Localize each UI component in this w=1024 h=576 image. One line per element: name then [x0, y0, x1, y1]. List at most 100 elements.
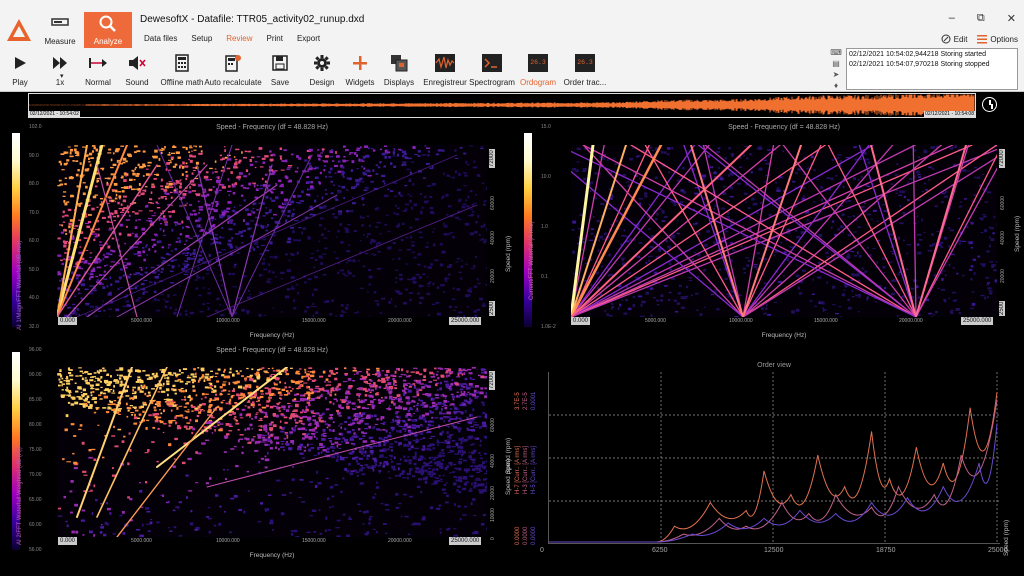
speed-dropdown-icon[interactable]: ▾	[60, 72, 64, 80]
spectrogram-cell	[175, 421, 178, 425]
spectrogram-cell	[676, 179, 680, 182]
spectrogram-cell	[855, 273, 860, 277]
normal-button[interactable]: Normal	[80, 52, 116, 88]
menu-export[interactable]: Export	[297, 34, 320, 43]
spectrogram-cell	[172, 146, 177, 148]
spectrogram-cell	[274, 276, 278, 278]
spectrogram-cell	[428, 314, 430, 317]
overview-timeline[interactable]: 02/12/2021 - 10:54:02 02/12/2021 - 10:54…	[28, 93, 976, 118]
spectrogram-cell	[303, 281, 307, 284]
keyboard-icon[interactable]: ⌨	[829, 48, 843, 59]
widgets-button[interactable]: Widgets	[344, 52, 376, 88]
analyze-mode-button[interactable]: Analyze	[84, 12, 132, 48]
spectrogram-cell	[223, 146, 226, 148]
fast-forward-icon	[53, 57, 67, 69]
edit-button[interactable]: Edit	[941, 34, 967, 44]
spectrogram-button[interactable]: Spectrogram	[469, 52, 515, 88]
spectrogram-cell	[189, 147, 193, 149]
spectrogram-cell	[122, 157, 127, 161]
spectrogram-cell	[182, 196, 186, 199]
menu-data-files[interactable]: Data files	[144, 34, 177, 43]
spectrogram-cell	[485, 187, 487, 190]
spectrogram-cell	[408, 462, 412, 465]
speed-button[interactable]: 1x	[42, 52, 78, 88]
spectrogram-cell	[191, 150, 193, 152]
event-list[interactable]: 02/12/2021 10:54:02,944218 Storing start…	[846, 48, 1018, 90]
spectrogram-cell	[906, 244, 912, 246]
spectrogram-cell	[661, 220, 666, 222]
spectrogram-cell	[467, 368, 472, 371]
spectrogram-cell	[377, 250, 381, 253]
spectrogram-cell	[327, 381, 332, 383]
spectrogram-cell	[215, 393, 217, 396]
spectrogram-cell	[727, 174, 730, 177]
save-label: Save	[270, 78, 290, 87]
spectrogram-cell	[423, 375, 426, 378]
spectrogram-cell	[165, 300, 169, 303]
restore-icon[interactable]: ⧉	[977, 12, 985, 25]
cursor-icon[interactable]: ➤	[829, 70, 843, 81]
spectrogram-cell	[826, 256, 829, 258]
spectrogram-cell	[185, 383, 188, 385]
enregistreur-button[interactable]: Enregistreur	[420, 52, 470, 88]
spectrogram-cell	[432, 447, 435, 450]
spectrogram-cell	[144, 452, 149, 454]
minimize-icon[interactable]: –	[949, 12, 955, 25]
spectrogram-cell	[104, 388, 109, 391]
clock-icon[interactable]	[982, 97, 997, 112]
spectrogram-cell	[387, 188, 390, 190]
spectrogram-cell	[743, 272, 746, 274]
spectrogram-cell	[415, 425, 421, 428]
spectrogram-cell	[328, 440, 332, 442]
spectrogram-cell	[261, 238, 266, 241]
spectrogram-cell	[171, 265, 175, 268]
play-button[interactable]: Play	[2, 52, 38, 88]
auto-recalculate-button[interactable]: Auto recalculate	[204, 52, 262, 88]
spectrogram-cell	[100, 376, 103, 379]
spectrogram-cell	[256, 209, 259, 211]
displays-button[interactable]: Displays	[382, 52, 416, 88]
save-button[interactable]: Save	[264, 52, 296, 88]
microphone-icon[interactable]: ♦	[829, 81, 843, 92]
spectrogram-cell	[83, 237, 88, 239]
menu-review[interactable]: Review	[226, 34, 252, 43]
spectrogram-cell	[916, 243, 920, 246]
spectrogram-cell	[148, 248, 151, 251]
spectrogram-cell	[308, 423, 312, 426]
spectrogram-cell	[446, 369, 448, 372]
panel-3-plot[interactable]	[57, 367, 487, 537]
spectrogram-cell	[319, 375, 324, 378]
spectrogram-cell	[468, 394, 472, 396]
note-icon[interactable]: ▤	[829, 59, 843, 70]
ordogram-button[interactable]: 26.3 Ordogram	[518, 52, 558, 88]
spectrogram-cell	[443, 222, 445, 226]
spectrogram-cell	[160, 494, 163, 496]
close-icon[interactable]: ✕	[1007, 12, 1016, 25]
sound-button[interactable]: Sound	[119, 52, 155, 88]
panel-1-plot[interactable]	[57, 145, 487, 317]
spectrogram-cell	[367, 467, 372, 469]
design-button[interactable]: Design	[306, 52, 338, 88]
spectrogram-cell	[232, 412, 236, 415]
spectrogram-cell	[118, 377, 122, 380]
spectrogram-cell	[348, 516, 351, 519]
spectrogram-cell	[320, 393, 323, 396]
spectrogram-cell	[714, 289, 717, 291]
offline-math-button[interactable]: Offline math	[160, 52, 204, 88]
menu-print[interactable]: Print	[267, 34, 283, 43]
spectrogram-cell	[63, 495, 66, 499]
measure-mode-button[interactable]: Measure	[36, 12, 84, 48]
options-button[interactable]: Options	[977, 34, 1018, 44]
menu-setup[interactable]: Setup	[191, 34, 212, 43]
spectrogram-cell	[426, 448, 431, 451]
spectrogram-cell	[369, 515, 373, 518]
spectrogram-cell	[383, 436, 388, 439]
spectrogram-cell	[484, 452, 487, 455]
panel-2-plot[interactable]	[571, 145, 997, 317]
spectrogram-cell	[146, 220, 148, 222]
spectrogram-cell	[439, 531, 442, 534]
spectrogram-cell	[795, 229, 798, 232]
spectrogram-cell	[479, 444, 482, 447]
order-tracking-button[interactable]: 26.3 Order trac...	[562, 52, 608, 88]
spectrogram-cell	[606, 208, 612, 210]
